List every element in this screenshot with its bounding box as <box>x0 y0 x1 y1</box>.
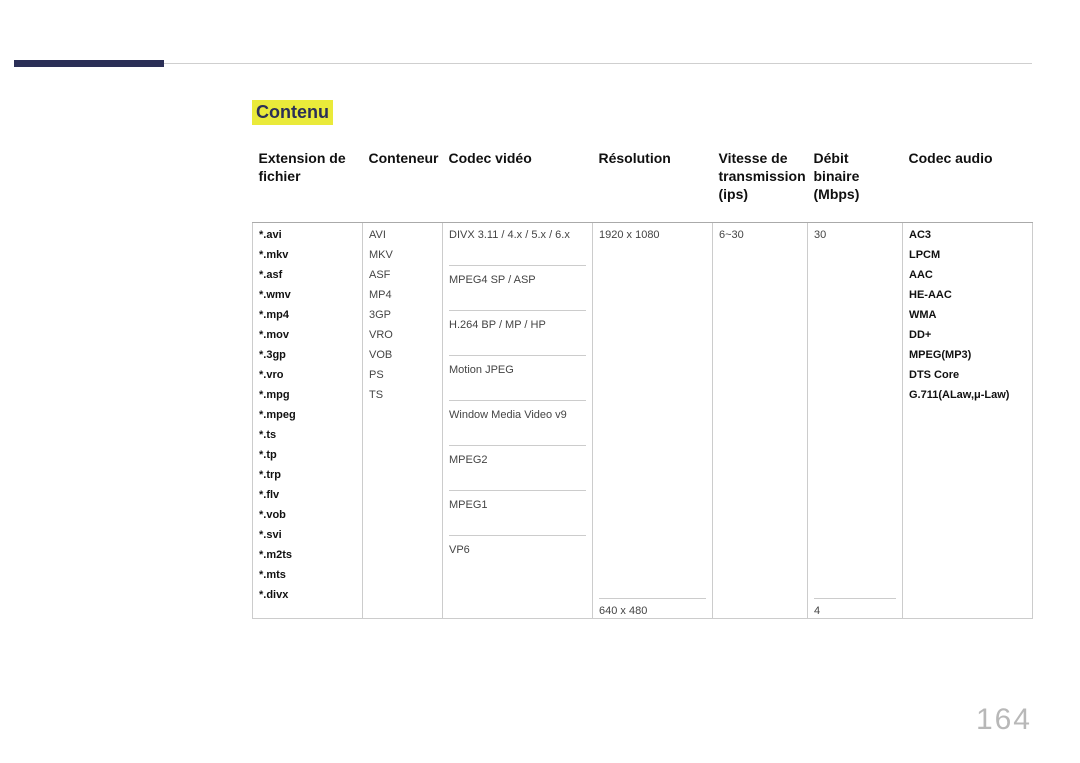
list-item: G.711(ALaw,μ-Law) <box>909 389 1026 401</box>
list-item: VP6 <box>449 536 586 562</box>
list-item: *.vro <box>259 369 356 381</box>
cell-audio-codecs: AC3 LPCM AAC HE-AAC WMA DD+ MPEG(MP3) DT… <box>903 222 1033 618</box>
list-item: *.vob <box>259 509 356 521</box>
col-audio-codec: Codec audio <box>903 143 1033 222</box>
table-row: *.avi *.mkv *.asf *.wmv *.mp4 *.mov *.3g… <box>253 222 1033 618</box>
list-item: H.264 BP / MP / HP <box>449 311 586 356</box>
list-item: *.trp <box>259 469 356 481</box>
video-codec-stack: DIVX 3.11 / 4.x / 5.x / 6.x MPEG4 SP / A… <box>449 223 586 562</box>
col-bitrate: Débit binaire (Mbps) <box>808 143 903 222</box>
list-item: MP4 <box>369 289 436 301</box>
list-item: MPEG2 <box>449 446 586 491</box>
list-item: *.avi <box>259 229 356 241</box>
list-item: *.divx <box>259 589 356 601</box>
col-container: Conteneur <box>363 143 443 222</box>
bitrate-top: 30 <box>814 223 896 598</box>
table-header-row: Extension de fichier Conteneur Codec vid… <box>253 143 1033 222</box>
framerate-value: 6~30 <box>719 229 744 241</box>
containers-list: AVI MKV ASF MP4 3GP VRO VOB PS TS <box>369 229 436 401</box>
cell-bitrate: 30 4 <box>808 222 903 618</box>
audio-codec-list: AC3 LPCM AAC HE-AAC WMA DD+ MPEG(MP3) DT… <box>909 229 1026 401</box>
list-item: TS <box>369 389 436 401</box>
list-item: MKV <box>369 249 436 261</box>
list-item: *.svi <box>259 529 356 541</box>
list-item: *.ts <box>259 429 356 441</box>
cell-extensions: *.avi *.mkv *.asf *.wmv *.mp4 *.mov *.3g… <box>253 222 363 618</box>
col-video-codec: Codec vidéo <box>443 143 593 222</box>
list-item: DD+ <box>909 329 1026 341</box>
list-item: AAC <box>909 269 1026 281</box>
list-item: *.m2ts <box>259 549 356 561</box>
list-item: DIVX 3.11 / 4.x / 5.x / 6.x <box>449 223 586 266</box>
list-item: *.mpg <box>259 389 356 401</box>
cell-video-codecs: DIVX 3.11 / 4.x / 5.x / 6.x MPEG4 SP / A… <box>443 222 593 618</box>
list-item: *.mpeg <box>259 409 356 421</box>
list-item: MPEG4 SP / ASP <box>449 266 586 311</box>
list-item: *.mp4 <box>259 309 356 321</box>
list-item: *.mts <box>259 569 356 581</box>
list-item: VOB <box>369 349 436 361</box>
list-item: HE-AAC <box>909 289 1026 301</box>
section-title: Contenu <box>252 100 333 125</box>
list-item: MPEG(MP3) <box>909 349 1026 361</box>
list-item: MPEG1 <box>449 491 586 536</box>
list-item: *.wmv <box>259 289 356 301</box>
list-item: *.mkv <box>259 249 356 261</box>
content-area: Contenu Extension de fichier Conteneur C… <box>252 100 1032 709</box>
list-item: *.3gp <box>259 349 356 361</box>
cell-containers: AVI MKV ASF MP4 3GP VRO VOB PS TS <box>363 222 443 618</box>
list-item: AC3 <box>909 229 1026 241</box>
list-item: *.flv <box>259 489 356 501</box>
list-item: *.asf <box>259 269 356 281</box>
cell-resolution: 1920 x 1080 640 x 480 <box>593 222 713 618</box>
list-item: Motion JPEG <box>449 356 586 401</box>
page-number: 164 <box>976 703 1032 737</box>
bitrate-bottom: 4 <box>814 598 896 618</box>
resolution-bottom: 640 x 480 <box>599 598 706 618</box>
cell-framerate: 6~30 <box>713 222 808 618</box>
list-item: *.mov <box>259 329 356 341</box>
list-item: WMA <box>909 309 1026 321</box>
list-item: 3GP <box>369 309 436 321</box>
col-framerate: Vitesse de transmission (ips) <box>713 143 808 222</box>
extensions-list: *.avi *.mkv *.asf *.wmv *.mp4 *.mov *.3g… <box>259 229 356 601</box>
col-extension: Extension de fichier <box>253 143 363 222</box>
top-accent-bar <box>14 60 164 67</box>
col-resolution: Résolution <box>593 143 713 222</box>
list-item: AVI <box>369 229 436 241</box>
codec-table: Extension de fichier Conteneur Codec vid… <box>252 143 1032 619</box>
top-rule <box>14 63 1032 64</box>
list-item: LPCM <box>909 249 1026 261</box>
list-item: VRO <box>369 329 436 341</box>
list-item: Window Media Video v9 <box>449 401 586 446</box>
list-item: DTS Core <box>909 369 1026 381</box>
list-item: PS <box>369 369 436 381</box>
list-item: *.tp <box>259 449 356 461</box>
list-item: ASF <box>369 269 436 281</box>
resolution-top: 1920 x 1080 <box>599 223 706 598</box>
